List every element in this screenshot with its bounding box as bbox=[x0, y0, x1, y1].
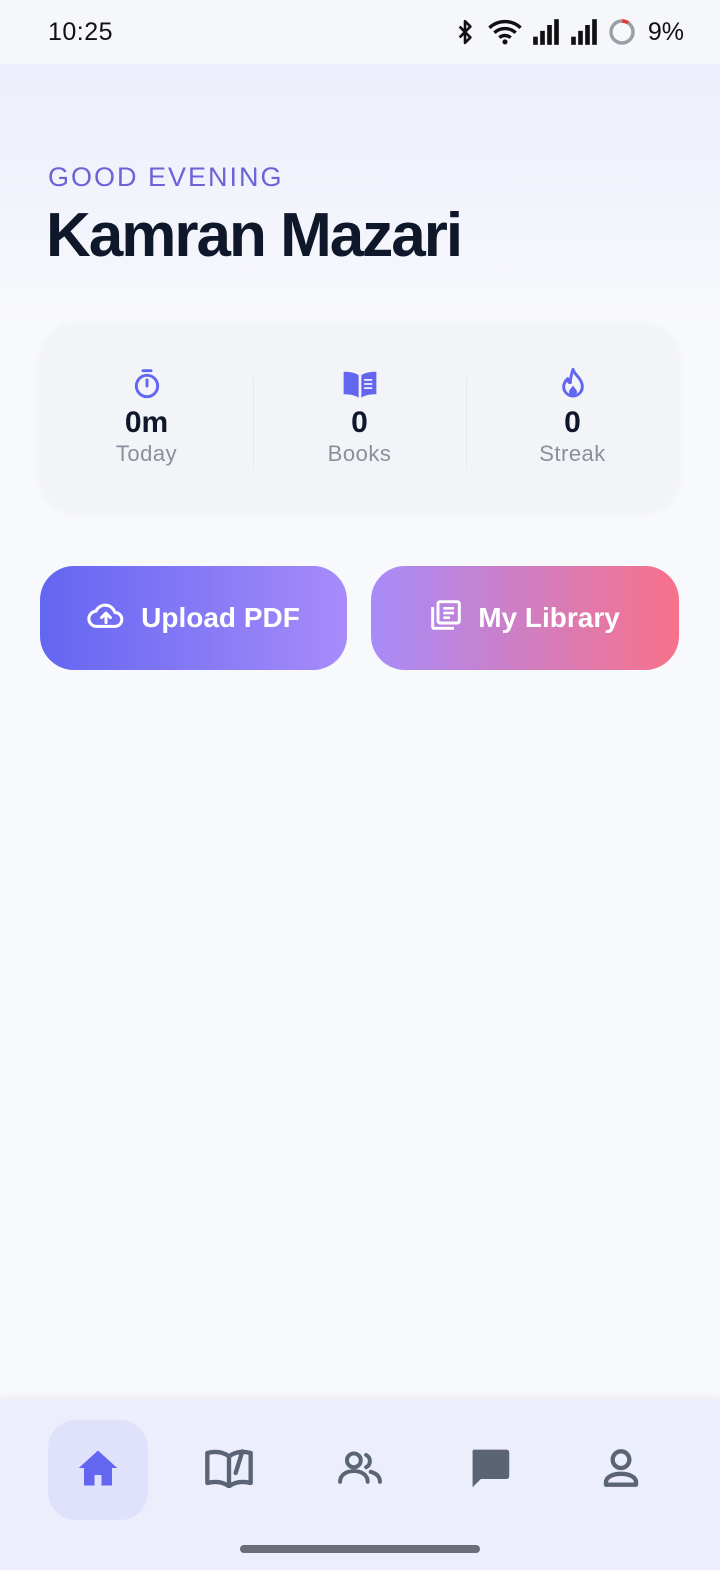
nav-reading[interactable] bbox=[179, 1420, 279, 1520]
stat-streak: 0 Streak bbox=[466, 366, 679, 468]
bluetooth-icon bbox=[452, 18, 478, 46]
signal-icon bbox=[570, 19, 598, 45]
status-time: 10:25 bbox=[48, 17, 114, 46]
greeting: GOOD EVENING bbox=[48, 162, 284, 192]
my-library-label: My Library bbox=[478, 602, 620, 633]
upload-pdf-button[interactable]: Upload PDF bbox=[40, 566, 347, 670]
stat-value: 0m bbox=[124, 406, 169, 439]
battery-ring-icon bbox=[608, 18, 636, 46]
stat-label: Streak bbox=[539, 441, 606, 466]
stat-today: 0m Today bbox=[40, 366, 253, 468]
cloud-upload-icon bbox=[87, 601, 125, 636]
profile-icon bbox=[602, 1448, 640, 1493]
stat-books: 0 Books bbox=[253, 366, 466, 468]
wifi-icon bbox=[488, 19, 522, 45]
flame-icon bbox=[558, 366, 588, 402]
nav-profile[interactable] bbox=[571, 1420, 671, 1520]
people-icon bbox=[337, 1450, 383, 1491]
battery-percent: 9% bbox=[647, 17, 684, 46]
nav-home[interactable] bbox=[48, 1420, 148, 1520]
stat-label: Books bbox=[327, 441, 392, 466]
signal-icon bbox=[532, 19, 560, 45]
my-library-button[interactable]: My Library bbox=[371, 566, 679, 670]
stat-label: Today bbox=[115, 441, 178, 466]
book-icon bbox=[342, 366, 378, 402]
open-book-icon bbox=[204, 1448, 254, 1493]
chat-icon bbox=[467, 1446, 513, 1495]
nav-community[interactable] bbox=[310, 1420, 410, 1520]
home-icon bbox=[77, 1448, 119, 1493]
stat-value: 0 bbox=[564, 406, 581, 439]
upload-pdf-label: Upload PDF bbox=[141, 602, 300, 633]
status-bar: 10:25 9% bbox=[0, 0, 720, 64]
nav-messages[interactable] bbox=[440, 1420, 540, 1520]
stopwatch-icon bbox=[131, 366, 163, 402]
home-indicator[interactable] bbox=[240, 1545, 480, 1553]
stats-card: 0m Today 0 Books 0 Streak bbox=[40, 323, 679, 511]
stat-value: 0 bbox=[351, 406, 368, 439]
library-icon bbox=[430, 599, 462, 638]
status-icons: 9% bbox=[452, 18, 684, 47]
header-background bbox=[0, 64, 720, 324]
user-name: Kamran Mazari bbox=[46, 201, 463, 270]
